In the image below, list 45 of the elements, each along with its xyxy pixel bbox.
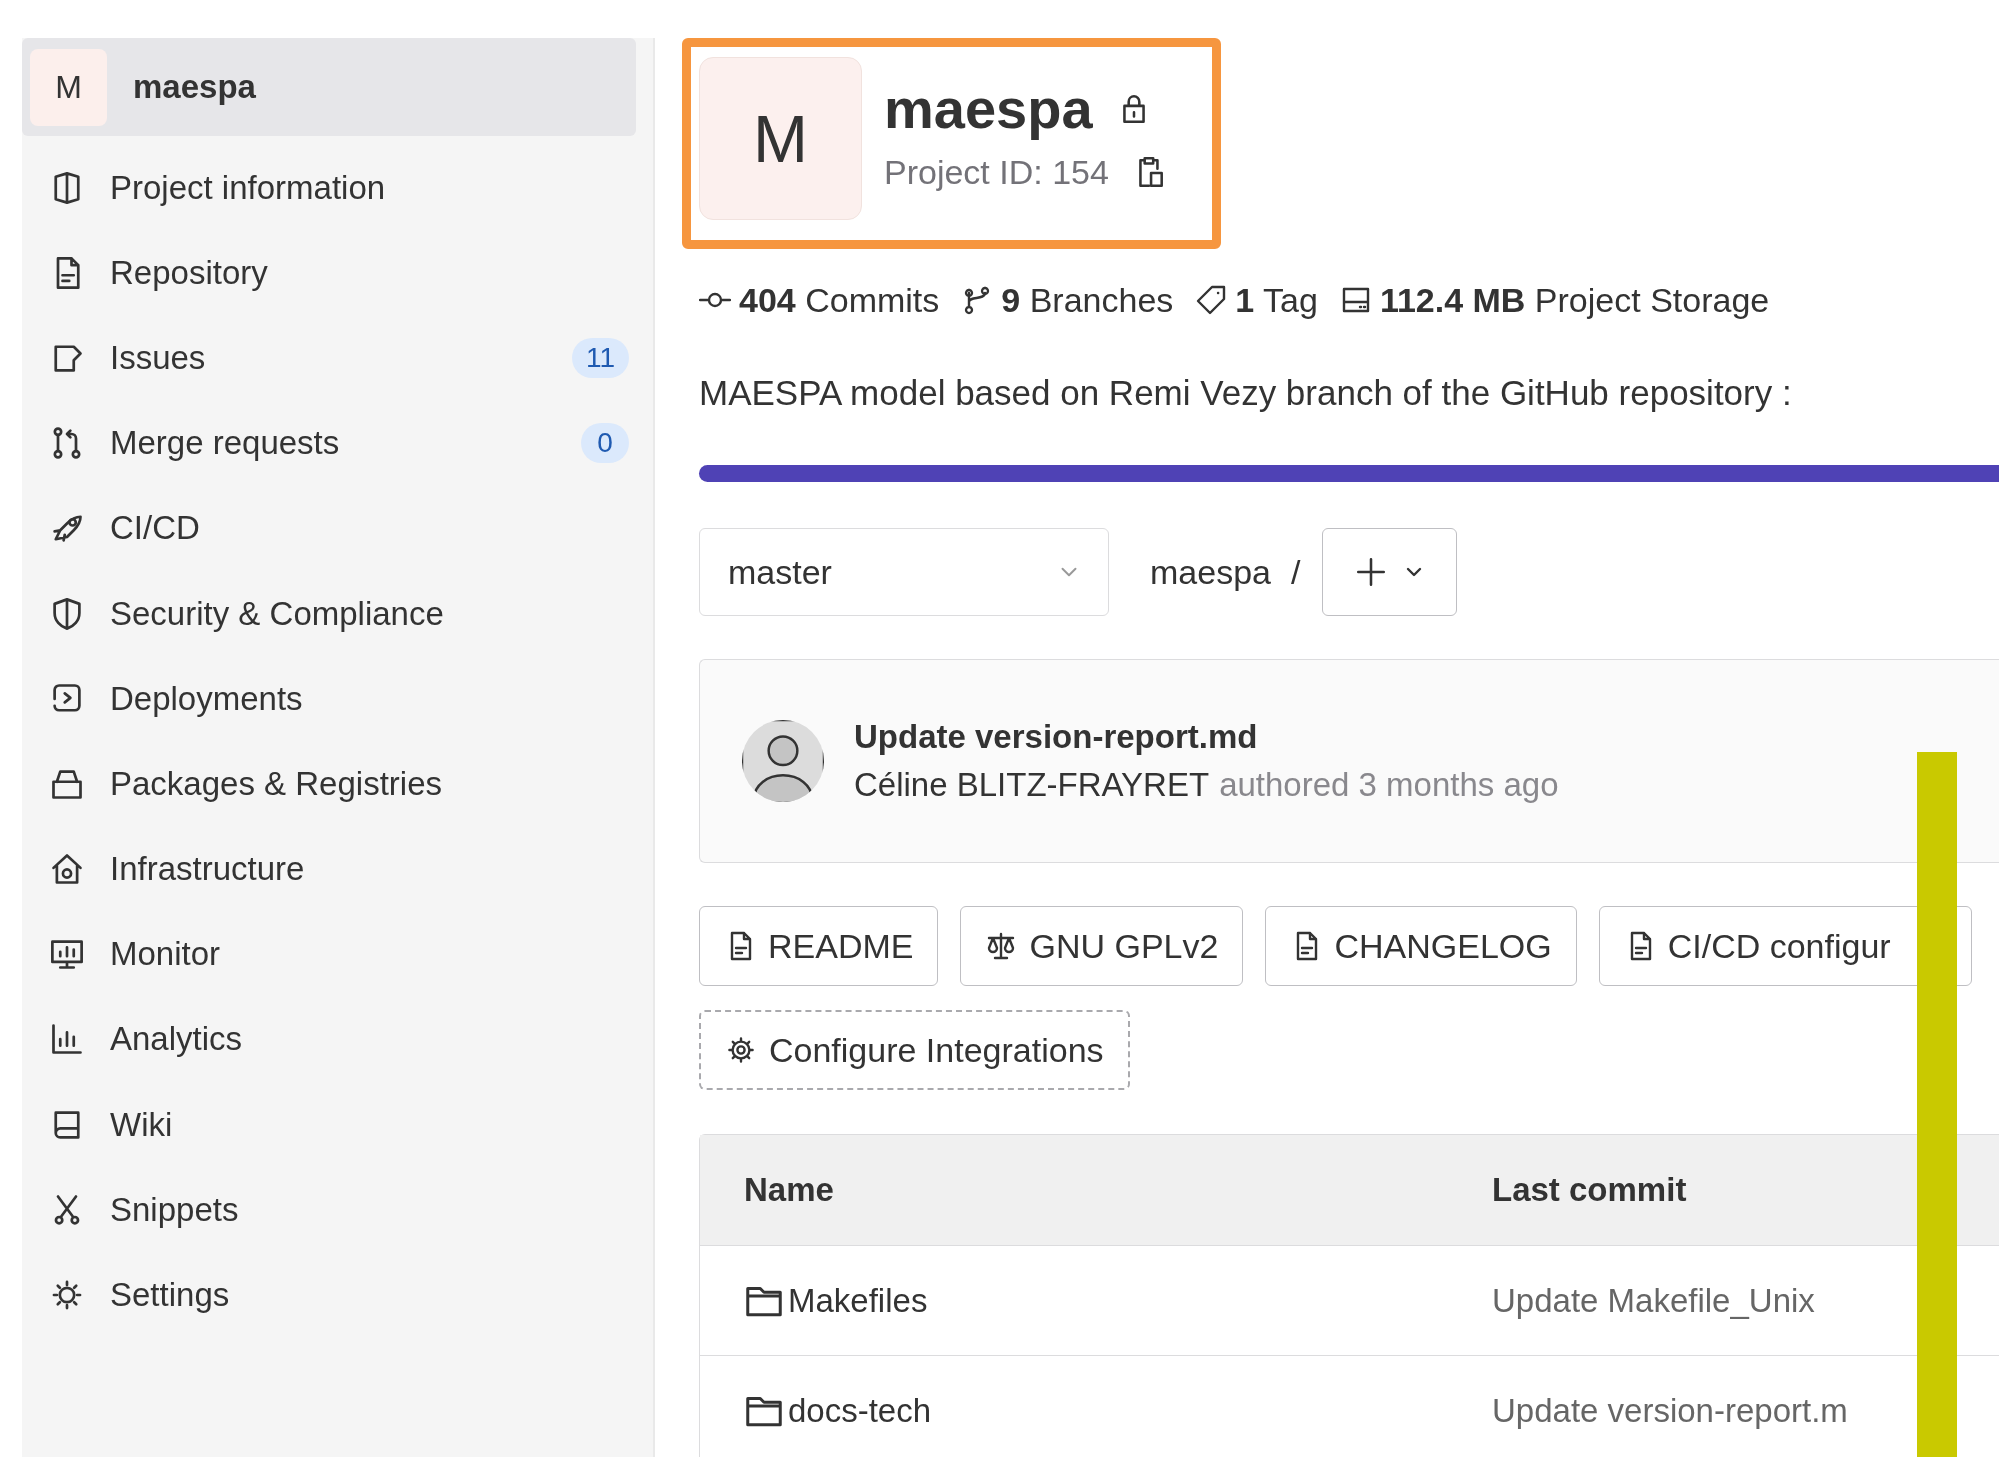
project-name: maespa [133, 68, 256, 106]
commit-message-link[interactable]: Update version-report.m [1492, 1391, 1848, 1430]
nav-item[interactable]: Wiki [22, 1082, 634, 1168]
nav-item[interactable]: Security & Compliance [22, 570, 634, 657]
stat-link[interactable]: 112.4 MB Project Storage [1339, 280, 1770, 320]
nav-item[interactable]: CI/CD [22, 485, 634, 571]
project-id: Project ID: 154 [884, 152, 1109, 192]
column-header: Last commit [1492, 1171, 1687, 1209]
nav-item[interactable]: Monitor [22, 911, 634, 997]
nav-item[interactable]: Issues 11 [22, 315, 634, 401]
commit-title[interactable]: Update version-report.md [854, 718, 1559, 756]
breadcrumb-link[interactable]: maespa [1150, 552, 1271, 592]
column-header: Name [743, 1171, 835, 1209]
nav-item[interactable]: Deployments [22, 656, 634, 742]
nav-item[interactable]: Infrastructure [22, 826, 634, 912]
quick-link-button[interactable]: README [699, 906, 939, 986]
breadcrumb-separator: / [1290, 552, 1301, 592]
nav-item[interactable]: Packages & Registries [22, 741, 634, 827]
commit-message-link[interactable]: Update Makefile_Unix [1492, 1281, 1815, 1320]
stat-link[interactable]: 9 Branches [961, 280, 1174, 320]
project-title: maespa [884, 75, 1093, 141]
stat-link[interactable]: 1 Tag [1195, 280, 1318, 320]
branch-dropdown[interactable]: master [699, 528, 1109, 616]
nav-item[interactable]: Snippets [22, 1167, 634, 1253]
count-badge: 11 [571, 337, 629, 378]
folder-link[interactable]: docs-tech [700, 1390, 1492, 1431]
configure-integrations-button[interactable]: Configure Integrations [699, 1010, 1130, 1090]
nav-item[interactable]: Merge requests 0 [22, 400, 634, 486]
nav-item[interactable]: Repository [22, 230, 634, 316]
nav-item[interactable]: Settings [22, 1252, 634, 1338]
project-description: MAESPA model based on Remi Vezy branch of the GitHub repository : [699, 373, 1793, 413]
commit-author[interactable]: Céline BLITZ-FRAYRET [854, 766, 1210, 804]
count-badge: 0 [581, 423, 629, 464]
nav-item[interactable]: Project information [22, 145, 634, 231]
nav-item[interactable]: Analytics [22, 996, 634, 1083]
stat-link[interactable]: 404 Commits [699, 280, 940, 320]
quick-link-button[interactable]: CHANGELOG [1265, 906, 1577, 986]
folder-link[interactable]: Makefiles [700, 1280, 1492, 1321]
settings-icon [725, 1034, 757, 1066]
project-nav-item[interactable]: M maespa [22, 38, 636, 136]
project-avatar: M [30, 48, 107, 126]
quick-link-button[interactable]: GNU GPLv2 [960, 906, 1244, 986]
project-avatar: M [699, 57, 862, 220]
commit-time: authored 3 months ago [1219, 766, 1559, 804]
tag-icon [1195, 284, 1228, 316]
